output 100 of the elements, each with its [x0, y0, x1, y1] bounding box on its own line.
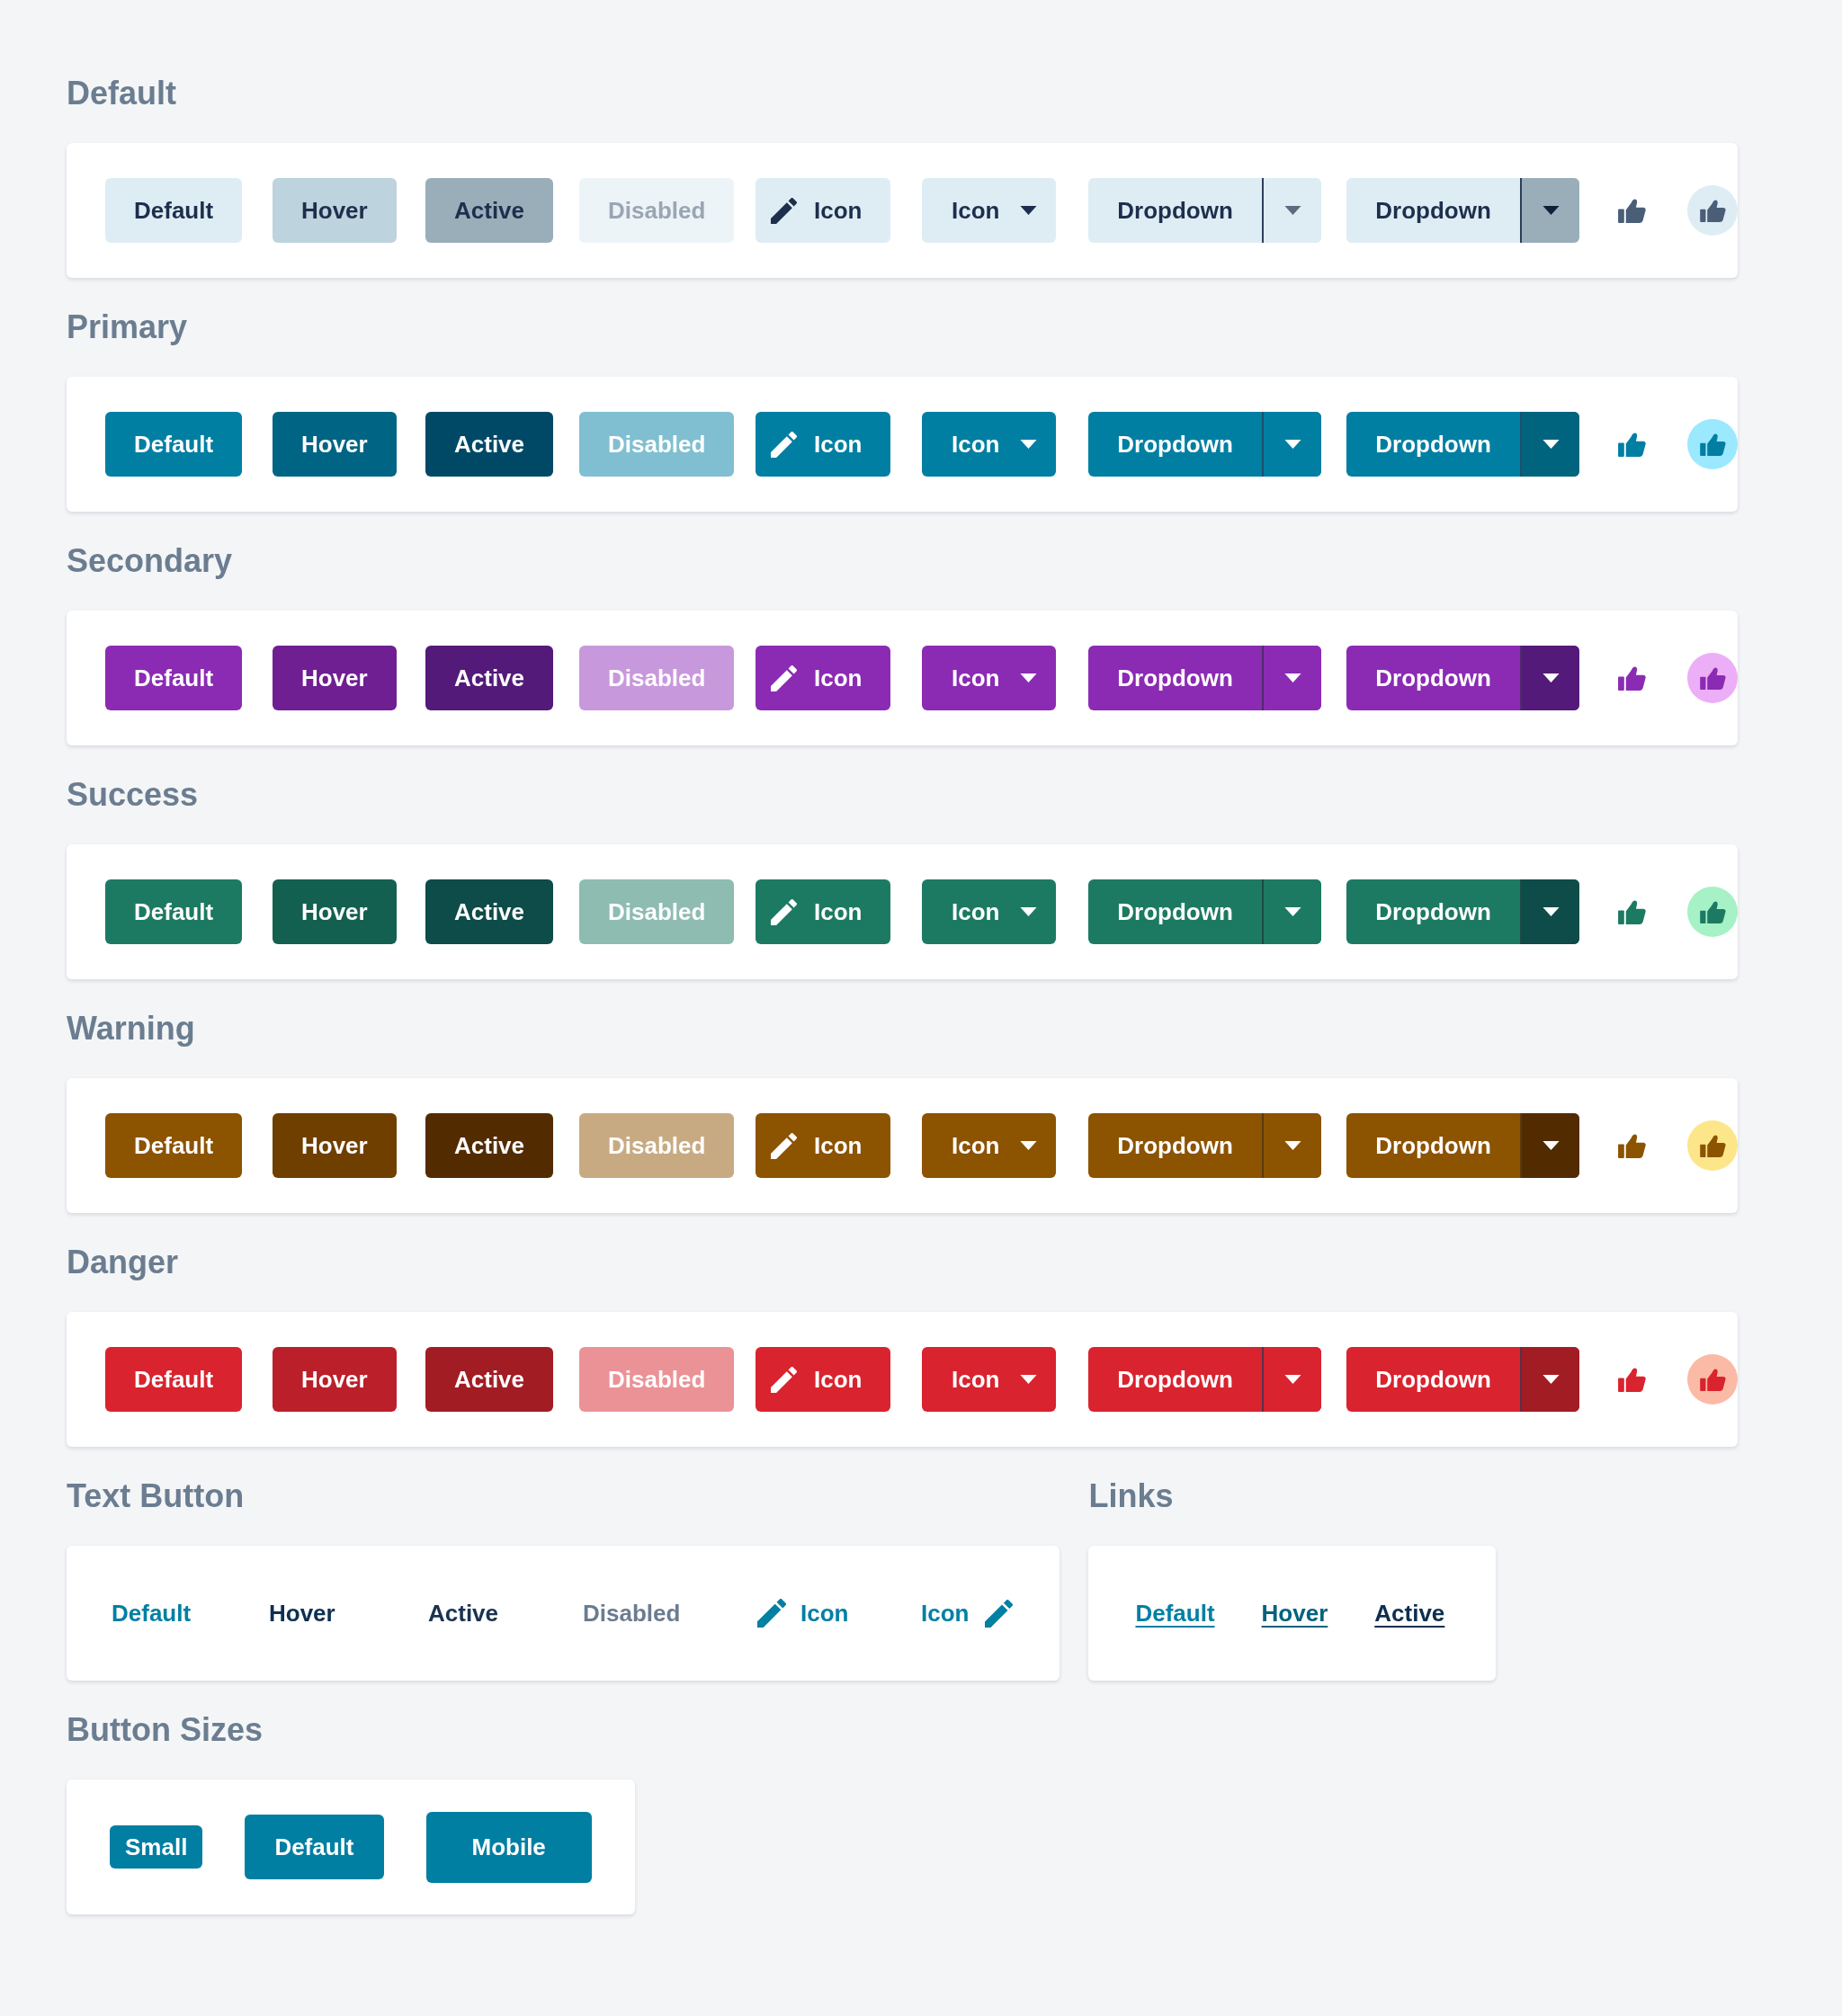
like-button[interactable]	[1618, 1367, 1646, 1392]
split-button[interactable]: Dropdown	[1346, 646, 1579, 710]
edit-button[interactable]: Icon	[756, 178, 891, 243]
button[interactable]: Active	[425, 1347, 554, 1412]
dropdown-toggle[interactable]	[1520, 1347, 1579, 1412]
like-button[interactable]	[1687, 185, 1738, 236]
section-heading: Primary	[67, 308, 188, 347]
split-button[interactable]: Dropdown	[1088, 646, 1321, 710]
dropdown-button[interactable]: Dropdown	[1346, 178, 1520, 243]
caret-icon	[1542, 907, 1560, 916]
dropdown-button[interactable]: Dropdown	[1088, 412, 1262, 477]
like-button[interactable]	[1687, 653, 1738, 703]
button[interactable]: Hover	[273, 412, 397, 477]
split-button[interactable]: Dropdown	[1088, 879, 1321, 944]
dropdown-button[interactable]: Dropdown	[1088, 879, 1262, 944]
button[interactable]: Active	[425, 178, 554, 243]
text-button[interactable]: Hover	[262, 1588, 343, 1638]
caret-icon	[1542, 673, 1560, 682]
split-button[interactable]: Dropdown	[1088, 1347, 1321, 1412]
split-button[interactable]: Dropdown	[1346, 412, 1579, 477]
split-button[interactable]: Dropdown	[1346, 879, 1579, 944]
button[interactable]: Default	[245, 1815, 384, 1879]
dropdown-toggle[interactable]	[1520, 412, 1579, 477]
section-heading: Secondary	[67, 541, 233, 581]
like-button[interactable]	[1618, 1133, 1646, 1158]
pencil-icon	[771, 1366, 797, 1393]
button[interactable]: Default	[105, 879, 243, 944]
dropdown-toggle[interactable]	[1262, 178, 1321, 243]
split-button[interactable]: Dropdown	[1346, 1347, 1579, 1412]
split-button[interactable]: Dropdown	[1088, 1113, 1321, 1178]
dropdown-toggle[interactable]	[1262, 1113, 1321, 1178]
edit-button[interactable]: Icon	[756, 879, 891, 944]
dropdown-toggle[interactable]	[1520, 646, 1579, 710]
edit-button[interactable]: Icon	[756, 1347, 891, 1412]
section-heading: Text Button	[67, 1476, 245, 1516]
split-button[interactable]: Dropdown	[1346, 1113, 1579, 1178]
caret-button[interactable]: Icon	[922, 646, 1057, 710]
text-edit-button[interactable]: Icon	[750, 1588, 856, 1638]
link[interactable]: Hover	[1254, 1588, 1336, 1638]
split-button[interactable]: Dropdown	[1088, 178, 1321, 243]
caret-button[interactable]: Icon	[922, 178, 1057, 243]
dropdown-toggle[interactable]	[1262, 1347, 1321, 1412]
button[interactable]: Default	[105, 178, 243, 243]
caret-button[interactable]: Icon	[922, 879, 1057, 944]
dropdown-toggle[interactable]	[1262, 879, 1321, 944]
button[interactable]: Hover	[273, 1347, 397, 1412]
caret-icon	[1542, 206, 1560, 215]
like-button[interactable]	[1687, 887, 1738, 937]
edit-button[interactable]: Icon	[756, 1113, 891, 1178]
text-button[interactable]: Default	[104, 1588, 199, 1638]
like-button[interactable]	[1687, 1120, 1738, 1171]
dropdown-toggle[interactable]	[1520, 1113, 1579, 1178]
dropdown-button[interactable]: Dropdown	[1088, 178, 1262, 243]
button[interactable]: Hover	[273, 646, 397, 710]
dropdown-button[interactable]: Dropdown	[1346, 1347, 1520, 1412]
text-edit-button[interactable]: Icon	[914, 1588, 1021, 1638]
button[interactable]: Active	[425, 879, 554, 944]
like-button[interactable]	[1687, 1354, 1738, 1405]
section-heading: Warning	[67, 1009, 195, 1048]
like-button[interactable]	[1618, 665, 1646, 691]
dropdown-toggle[interactable]	[1520, 879, 1579, 944]
button[interactable]: Hover	[273, 1113, 397, 1178]
button[interactable]: Default	[105, 646, 243, 710]
button[interactable]: Default	[105, 1113, 243, 1178]
dropdown-toggle[interactable]	[1262, 412, 1321, 477]
button[interactable]: Mobile	[425, 1811, 592, 1883]
dropdown-button[interactable]: Dropdown	[1346, 412, 1520, 477]
like-button[interactable]	[1618, 899, 1646, 924]
thumbs-up-icon	[1618, 899, 1646, 924]
button[interactable]: Default	[105, 412, 243, 477]
dropdown-button[interactable]: Dropdown	[1088, 1347, 1262, 1412]
button[interactable]: Hover	[273, 879, 397, 944]
link[interactable]: Default	[1128, 1588, 1222, 1638]
caret-icon	[1283, 673, 1301, 682]
dropdown-toggle[interactable]	[1520, 178, 1579, 243]
like-button[interactable]	[1618, 198, 1646, 223]
button[interactable]: Active	[425, 646, 554, 710]
edit-button[interactable]: Icon	[756, 646, 891, 710]
button[interactable]: Active	[425, 1113, 554, 1178]
text-button[interactable]: Active	[421, 1588, 506, 1638]
link[interactable]: Active	[1367, 1588, 1453, 1638]
split-button[interactable]: Dropdown	[1088, 412, 1321, 477]
caret-button[interactable]: Icon	[922, 412, 1057, 477]
button[interactable]: Active	[425, 412, 554, 477]
split-button[interactable]: Dropdown	[1346, 178, 1579, 243]
button[interactable]: Hover	[273, 178, 397, 243]
button[interactable]: Default	[105, 1347, 243, 1412]
edit-button[interactable]: Icon	[756, 412, 891, 477]
dropdown-button[interactable]: Dropdown	[1088, 646, 1262, 710]
dropdown-button[interactable]: Dropdown	[1088, 1113, 1262, 1178]
button[interactable]: Small	[110, 1825, 203, 1869]
like-button[interactable]	[1687, 419, 1738, 469]
dropdown-toggle[interactable]	[1262, 646, 1321, 710]
caret-button[interactable]: Icon	[922, 1347, 1057, 1412]
caret-button[interactable]: Icon	[922, 1113, 1057, 1178]
dropdown-button[interactable]: Dropdown	[1346, 879, 1520, 944]
dropdown-button[interactable]: Dropdown	[1346, 646, 1520, 710]
dropdown-button[interactable]: Dropdown	[1346, 1113, 1520, 1178]
like-button[interactable]	[1618, 432, 1646, 457]
pencil-icon	[771, 197, 797, 224]
